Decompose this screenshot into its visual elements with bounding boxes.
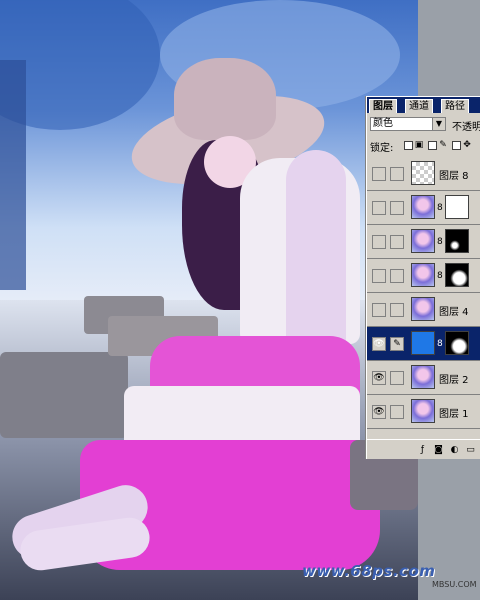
adjustment-icon[interactable]: ◐ — [447, 443, 462, 458]
layer-row[interactable]: 图层 8 — [367, 157, 480, 191]
panel-bottom-toolbar: ƒ ◙ ◐ ▭ — [367, 439, 480, 459]
chain-link-icon: 8 — [437, 237, 443, 247]
layer-row[interactable]: 8 — [367, 225, 480, 259]
layer-name: 图层 4 — [439, 307, 469, 318]
visibility-toggle[interactable] — [372, 201, 386, 215]
lock-label: 锁定: — [370, 143, 394, 154]
layer-name: 图层 1 — [439, 409, 469, 420]
layer-mask-thumbnail — [445, 195, 469, 219]
layer-thumbnail — [411, 297, 435, 321]
chain-link-icon: 8 — [437, 339, 443, 349]
blend-mode-select[interactable]: 颜色 ▼ — [370, 117, 446, 131]
link-toggle[interactable] — [390, 201, 404, 215]
layer-mask-thumbnail — [445, 263, 469, 287]
visibility-toggle[interactable] — [372, 167, 386, 181]
tree-trunk — [0, 60, 26, 290]
lock-position-checkbox[interactable] — [452, 141, 461, 150]
hat-crown — [174, 58, 276, 140]
link-toggle[interactable] — [390, 303, 404, 317]
stone-seat — [0, 352, 128, 438]
blend-mode-row: 颜色 ▼ 不透明 — [370, 117, 480, 133]
lock-pixels-checkbox[interactable] — [428, 141, 437, 150]
link-toggle[interactable] — [390, 167, 404, 181]
lock-transparent-checkbox[interactable] — [404, 141, 413, 150]
folder-icon[interactable]: ▭ — [463, 443, 478, 458]
layer-row[interactable]: 图层 4 — [367, 293, 480, 327]
tab-layers[interactable]: 图层 — [369, 99, 397, 113]
link-toggle[interactable] — [390, 371, 404, 385]
visibility-toggle[interactable] — [372, 269, 386, 283]
eye-icon[interactable]: 👁 — [372, 405, 386, 419]
chain-link-icon: 8 — [437, 271, 443, 281]
layer-row-selected[interactable]: 👁 ✎ 8 — [367, 327, 480, 361]
layer-row[interactable]: 8 — [367, 259, 480, 293]
brush-lock-icon: ✎ — [439, 140, 447, 150]
effects-icon[interactable]: ƒ — [415, 443, 430, 458]
photo-canvas — [0, 0, 418, 600]
chain-link-icon: 8 — [437, 203, 443, 213]
lock-transparency-icon: ▣ — [414, 140, 424, 150]
layer-row[interactable]: 👁 图层 1 — [367, 395, 480, 429]
move-lock-icon: ✥ — [463, 140, 471, 150]
corner-watermark: MBSU.COM — [432, 580, 477, 589]
visibility-toggle[interactable] — [372, 235, 386, 249]
layer-thumbnail — [411, 331, 435, 355]
layer-thumbnail — [411, 365, 435, 389]
layer-thumbnail — [411, 195, 435, 219]
link-toggle[interactable] — [390, 269, 404, 283]
layer-mask-thumbnail — [445, 331, 469, 355]
layer-name: 图层 8 — [439, 171, 469, 182]
tab-channels[interactable]: 通道 — [405, 99, 433, 113]
brush-icon[interactable]: ✎ — [390, 337, 404, 351]
layer-thumbnail — [411, 399, 435, 423]
layers-panel: 图层 通道 路径 颜色 ▼ 不透明 锁定: ▣ ✎ ✥ 图层 8 8 8 8 图… — [366, 96, 480, 459]
layer-row[interactable]: 👁 图层 2 — [367, 361, 480, 395]
layer-thumbnail — [411, 161, 435, 185]
layer-list: 图层 8 8 8 8 图层 4 👁 ✎ 8 👁 图层 2 👁 图层 1 — [367, 157, 480, 439]
layer-thumbnail — [411, 229, 435, 253]
panel-tab-bar: 图层 通道 路径 — [367, 97, 480, 113]
eye-icon[interactable]: 👁 — [372, 371, 386, 385]
link-toggle[interactable] — [390, 235, 404, 249]
watermark-text: www.68ps.com — [302, 562, 436, 580]
eye-icon[interactable]: 👁 — [372, 337, 386, 351]
layer-row[interactable]: 8 — [367, 191, 480, 225]
layer-mask-thumbnail — [445, 229, 469, 253]
layer-name: 图层 2 — [439, 375, 469, 386]
link-toggle[interactable] — [390, 405, 404, 419]
tab-paths[interactable]: 路径 — [441, 99, 469, 113]
lock-row: 锁定: ▣ ✎ ✥ — [370, 139, 480, 154]
visibility-toggle[interactable] — [372, 303, 386, 317]
chevron-down-icon[interactable]: ▼ — [432, 118, 445, 130]
mask-icon[interactable]: ◙ — [431, 443, 446, 458]
opacity-label: 不透明 — [452, 122, 480, 133]
blend-mode-value: 颜色 — [373, 118, 393, 129]
layer-thumbnail — [411, 263, 435, 287]
